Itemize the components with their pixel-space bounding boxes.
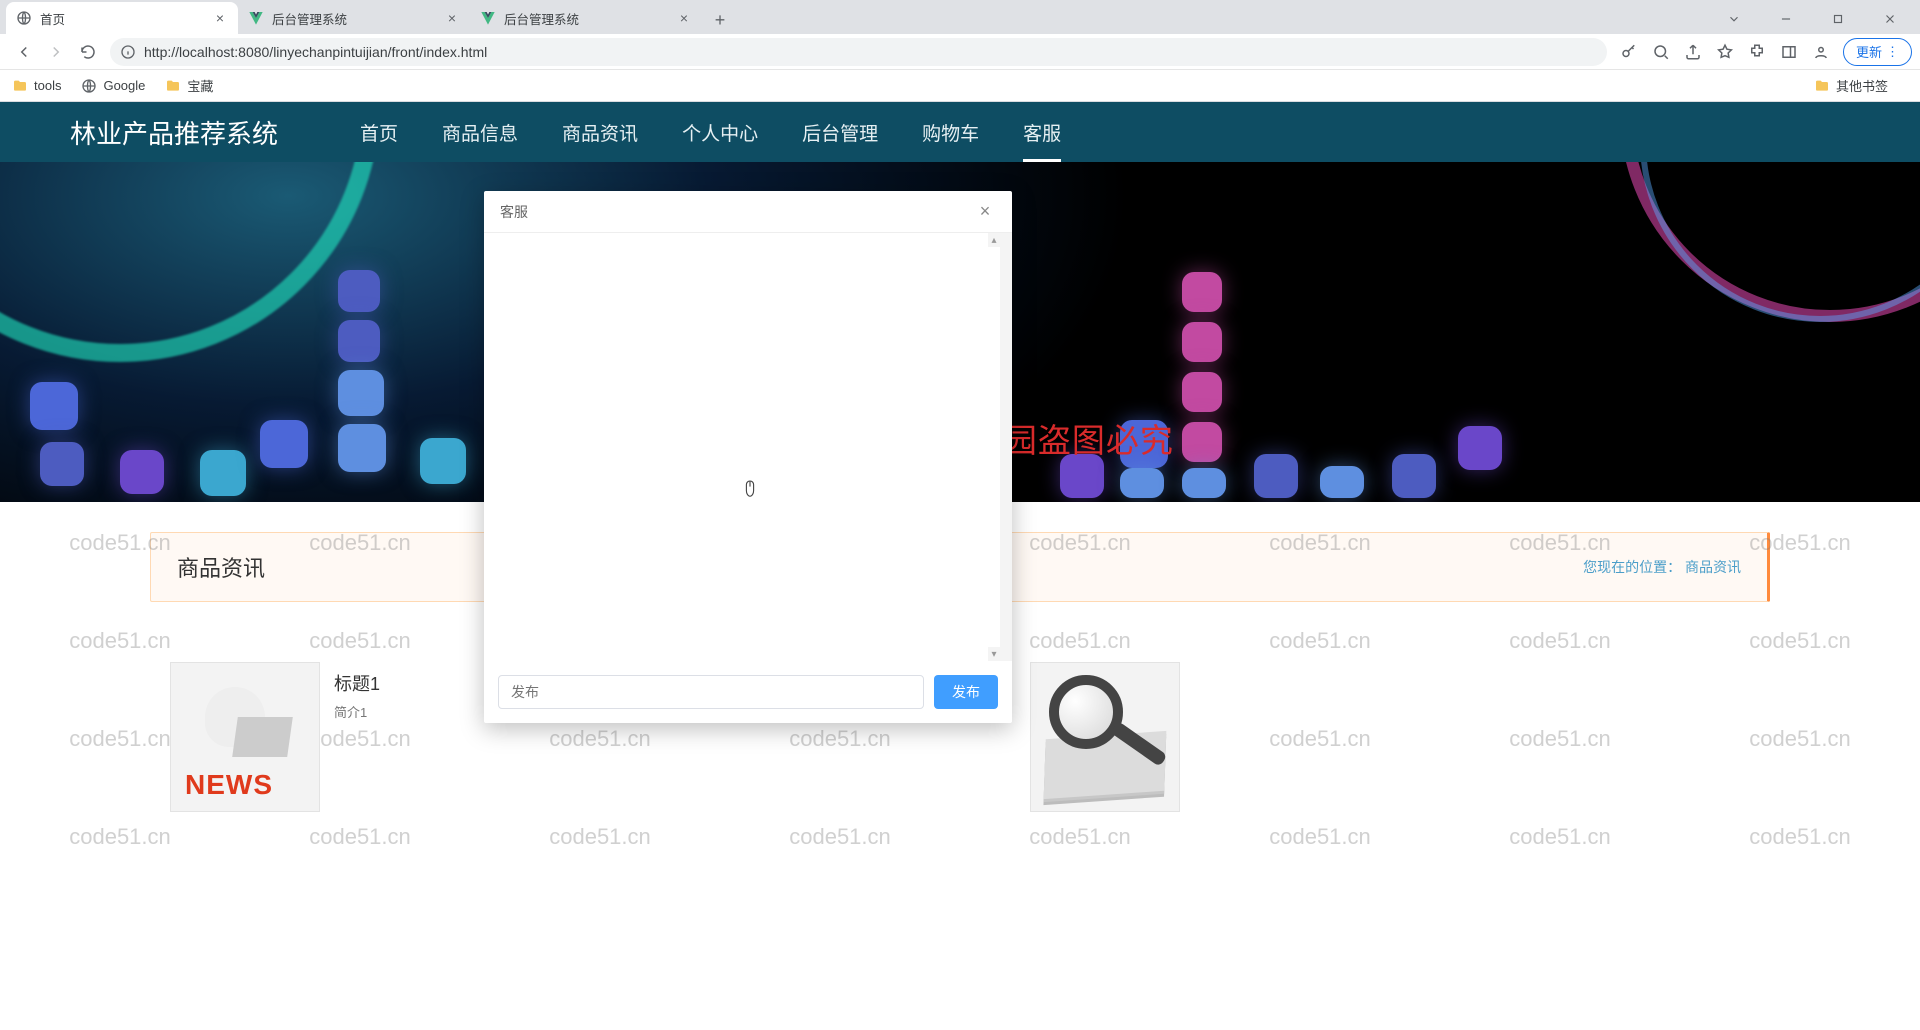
site-info-icon[interactable] [120, 44, 136, 60]
window-controls [1704, 4, 1920, 34]
update-button[interactable]: 更新 ⋮ [1843, 38, 1912, 66]
url-text: http://localhost:8080/linyechanpintuijia… [144, 44, 487, 60]
modal-header: 客服 × [484, 191, 1012, 233]
close-icon[interactable]: × [212, 10, 228, 26]
tab-admin-1[interactable]: 后台管理系统 × [238, 2, 470, 34]
folder-icon [12, 78, 28, 94]
modal-footer: 发布 [484, 661, 1012, 723]
tab-search-icon[interactable] [1712, 4, 1756, 34]
scroll-down-icon[interactable]: ▾ [988, 647, 1000, 661]
bookmark-tools[interactable]: tools [12, 78, 61, 94]
forward-icon[interactable] [42, 38, 70, 66]
page: code51.cncode51.cncode51.cncode51.cncode… [0, 102, 1920, 1030]
cursor-icon [742, 479, 758, 499]
bookmark-label: tools [34, 78, 61, 93]
tab-title: 后台管理系统 [504, 9, 670, 28]
url-field[interactable]: http://localhost:8080/linyechanpintuijia… [110, 38, 1607, 66]
menu-dots-icon: ⋮ [1886, 44, 1899, 60]
bookmark-treasure[interactable]: 宝藏 [165, 76, 213, 95]
close-icon[interactable]: × [676, 10, 692, 26]
back-icon[interactable] [10, 38, 38, 66]
close-icon[interactable]: × [444, 10, 460, 26]
close-icon[interactable]: × [974, 201, 996, 223]
bookmark-label: 宝藏 [187, 76, 213, 95]
folder-icon [165, 78, 181, 94]
other-bookmarks[interactable]: 其他书签 [1814, 76, 1888, 95]
globe-icon [81, 78, 97, 94]
customer-service-modal: 客服 × ▴ ▾ 发布 [484, 191, 1012, 723]
tab-admin-2[interactable]: 后台管理系统 × [470, 2, 702, 34]
side-panel-icon[interactable] [1775, 38, 1803, 66]
vue-icon [248, 10, 264, 26]
profile-icon[interactable] [1807, 38, 1835, 66]
update-label: 更新 [1856, 42, 1882, 61]
bookmark-label: 其他书签 [1836, 76, 1888, 95]
star-icon[interactable] [1711, 38, 1739, 66]
bookmark-google[interactable]: Google [81, 78, 145, 94]
bookmarks-bar: tools Google 宝藏 其他书签 [0, 70, 1920, 102]
tab-home[interactable]: 首页 × [6, 2, 238, 34]
browser-chrome: 首页 × 后台管理系统 × 后台管理系统 × + [0, 0, 1920, 102]
scroll-up-icon[interactable]: ▴ [988, 233, 1000, 247]
zoom-icon[interactable] [1647, 38, 1675, 66]
maximize-icon[interactable] [1816, 4, 1860, 34]
minimize-icon[interactable] [1764, 4, 1808, 34]
folder-icon [1814, 78, 1830, 94]
reload-icon[interactable] [74, 38, 102, 66]
globe-icon [16, 10, 32, 26]
key-icon[interactable] [1615, 38, 1643, 66]
bookmark-label: Google [103, 78, 145, 93]
tab-title: 后台管理系统 [272, 9, 438, 28]
modal-body[interactable]: ▴ ▾ [484, 233, 1012, 661]
new-tab-button[interactable]: + [706, 6, 734, 34]
extensions-icon[interactable] [1743, 38, 1771, 66]
tab-strip: 首页 × 后台管理系统 × 后台管理系统 × + [0, 0, 1920, 34]
message-input[interactable] [498, 675, 924, 709]
vue-icon [480, 10, 496, 26]
tab-title: 首页 [40, 9, 206, 28]
modal-overlay: 客服 × ▴ ▾ 发布 [0, 102, 1920, 1030]
address-bar: http://localhost:8080/linyechanpintuijia… [0, 34, 1920, 70]
modal-title: 客服 [500, 202, 528, 222]
send-button[interactable]: 发布 [934, 675, 998, 709]
close-window-icon[interactable] [1868, 4, 1912, 34]
share-icon[interactable] [1679, 38, 1707, 66]
